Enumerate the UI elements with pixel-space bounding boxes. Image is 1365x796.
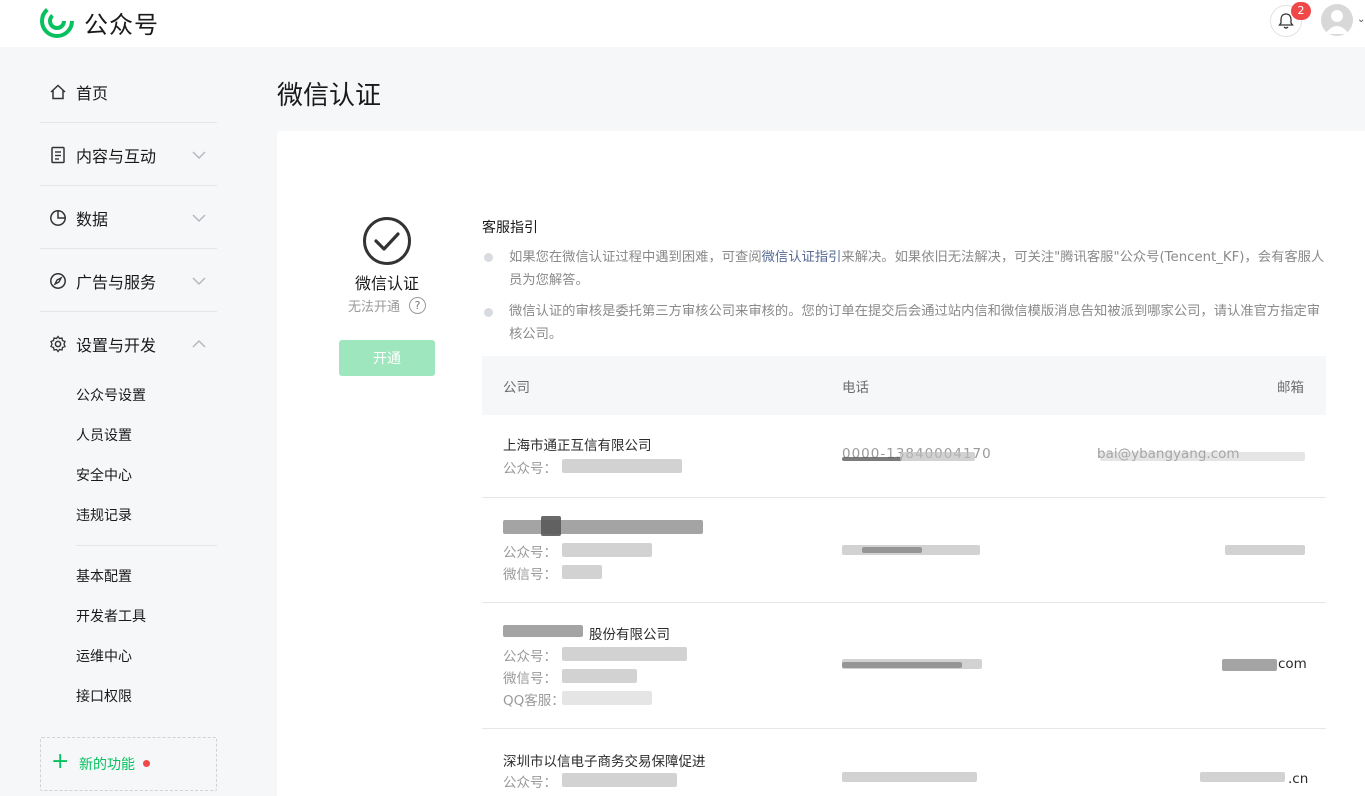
company-sub-label: 公众号： bbox=[503, 461, 557, 477]
chevron-down-icon[interactable]: ⌄ bbox=[1357, 14, 1365, 25]
guide-paragraph-2: 微信认证的审核是委托第三方审核公司来审核的。您的订单在提交后会通过站内信和微信模… bbox=[509, 304, 1321, 342]
company-name: 上海市通正互信有限公司 bbox=[503, 438, 652, 454]
red-dot-indicator bbox=[143, 760, 150, 767]
notification-badge: 2 bbox=[1291, 2, 1311, 20]
company-sub-label: 公众号： bbox=[503, 775, 557, 791]
guide-title: 客服指引 bbox=[482, 220, 538, 236]
bullet bbox=[484, 253, 493, 262]
redacted-block bbox=[503, 625, 583, 637]
top-bar: 公众号 2 ⌄ bbox=[0, 0, 1365, 47]
row-divider bbox=[482, 728, 1326, 729]
sidebar-item-label: 首页 bbox=[76, 84, 109, 103]
redacted-block bbox=[842, 662, 962, 668]
sidebar-subitem-api-permissions[interactable]: 接口权限 bbox=[76, 686, 132, 706]
redacted-block bbox=[562, 459, 682, 473]
sidebar-item-label: 内容与互动 bbox=[76, 147, 157, 166]
company-sub-label: 微信号： bbox=[503, 671, 557, 687]
sidebar-subitem-violations[interactable]: 违规记录 bbox=[76, 505, 132, 525]
sidebar-subitem-ops-center[interactable]: 运维中心 bbox=[76, 646, 132, 666]
redacted-block bbox=[1222, 659, 1277, 671]
document-icon bbox=[51, 146, 65, 164]
sidebar-item-label: 数据 bbox=[76, 210, 109, 229]
company-name: 股份有限公司 bbox=[589, 627, 670, 643]
row-divider bbox=[482, 497, 1326, 498]
sidebar-subitem-security[interactable]: 安全中心 bbox=[76, 465, 132, 485]
help-icon[interactable]: ? bbox=[409, 297, 426, 314]
wechat-logo-icon[interactable] bbox=[40, 4, 74, 38]
company-sub-label: 公众号： bbox=[503, 545, 557, 561]
sidebar-item-ads[interactable]: 广告与服务 bbox=[40, 250, 217, 312]
sidebar-item-data[interactable]: 数据 bbox=[40, 187, 217, 249]
sidebar: 首页 内容与互动 数据 广告与服务 设置与开发 公众号设置 人员设置 安全中心 … bbox=[0, 47, 240, 796]
column-header-email: 邮箱 bbox=[1277, 380, 1304, 396]
sidebar-item-settings[interactable]: 设置与开发 bbox=[40, 313, 217, 375]
bullet bbox=[484, 308, 493, 317]
compass-icon bbox=[50, 273, 66, 289]
user-icon bbox=[1325, 10, 1349, 34]
redacted-block bbox=[900, 452, 975, 461]
redacted-block bbox=[562, 543, 652, 557]
redacted-block bbox=[541, 516, 561, 536]
redacted-block bbox=[562, 691, 652, 705]
cert-status: 无法开通 bbox=[348, 300, 401, 315]
company-sub-label: 公众号： bbox=[503, 649, 557, 665]
new-features-button[interactable]: + 新的功能 bbox=[40, 737, 217, 791]
guide-text: 如果您在微信认证过程中遇到困难，可查阅 bbox=[509, 250, 762, 265]
sidebar-item-content[interactable]: 内容与互动 bbox=[40, 124, 217, 186]
redacted-block bbox=[562, 565, 602, 579]
divider bbox=[76, 545, 217, 546]
plus-icon: + bbox=[51, 749, 70, 774]
avatar[interactable] bbox=[1321, 4, 1353, 36]
company-sub-label: 微信号： bbox=[503, 567, 557, 583]
redacted-block bbox=[562, 647, 687, 661]
redacted-block bbox=[862, 547, 922, 553]
email: .cn bbox=[1288, 771, 1309, 787]
row-divider bbox=[482, 602, 1326, 603]
column-header-phone: 电话 bbox=[842, 380, 869, 396]
chevron-up-icon bbox=[192, 339, 206, 348]
pie-chart-icon bbox=[50, 210, 66, 226]
sidebar-item-home[interactable]: 首页 bbox=[40, 61, 217, 123]
redacted-block bbox=[842, 772, 977, 782]
redacted-block bbox=[1100, 452, 1305, 461]
chevron-down-icon bbox=[192, 277, 206, 286]
check-circle-icon bbox=[363, 217, 411, 265]
sidebar-item-label: 设置与开发 bbox=[76, 336, 157, 355]
gear-icon bbox=[50, 335, 66, 353]
sidebar-subitem-dev-tools[interactable]: 开发者工具 bbox=[76, 606, 146, 626]
sidebar-subitem-staff-settings[interactable]: 人员设置 bbox=[76, 425, 132, 445]
content-card bbox=[277, 131, 1365, 796]
company-sub-label: QQ客服： bbox=[503, 693, 565, 709]
cert-guide-link[interactable]: 微信认证指引 bbox=[762, 250, 842, 265]
company-name: 深圳市以信电子商务交易保障促进 bbox=[503, 754, 706, 770]
cert-title: 微信认证 bbox=[355, 274, 420, 293]
redacted-block bbox=[842, 457, 902, 461]
chevron-down-icon bbox=[192, 151, 206, 160]
table-header: 公司 电话 邮箱 bbox=[482, 356, 1326, 415]
open-button[interactable]: 开通 bbox=[339, 340, 435, 376]
redacted-block bbox=[503, 520, 703, 534]
column-header-company: 公司 bbox=[503, 380, 530, 396]
guide-paragraph-1: 如果您在微信认证过程中遇到困难，可查阅微信认证指引来解决。如果依旧无法解决，可关… bbox=[509, 246, 1329, 292]
chevron-down-icon bbox=[192, 214, 206, 223]
sidebar-subitem-account-settings[interactable]: 公众号设置 bbox=[76, 385, 146, 405]
brand-name[interactable]: 公众号 bbox=[84, 5, 159, 40]
redacted-block bbox=[1200, 772, 1285, 782]
sidebar-item-label: 广告与服务 bbox=[76, 273, 157, 292]
sidebar-subitem-basic-config[interactable]: 基本配置 bbox=[76, 566, 132, 586]
redacted-block bbox=[562, 773, 677, 787]
redacted-block bbox=[562, 669, 637, 683]
redacted-block bbox=[1225, 545, 1305, 555]
new-features-label: 新的功能 bbox=[79, 757, 135, 773]
home-icon bbox=[50, 84, 66, 100]
email: com bbox=[1278, 656, 1307, 672]
page-title: 微信认证 bbox=[277, 81, 382, 111]
